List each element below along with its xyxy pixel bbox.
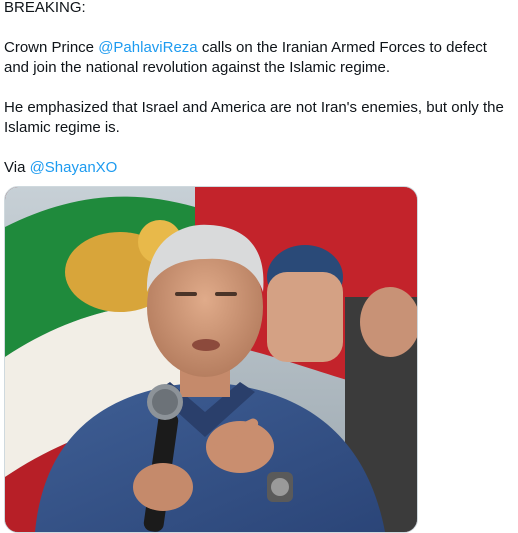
mention-shayanxo-link[interactable]: @ShayanXO: [30, 159, 118, 176]
tweet-paragraph-1: Crown Prince @PahlaviReza calls on the I…: [4, 38, 512, 78]
para1-text-before: Crown Prince: [4, 39, 99, 56]
tweet-via-line: Via @ShayanXO: [4, 158, 512, 178]
via-prefix: Via: [4, 159, 30, 176]
tweet-heading: BREAKING:: [4, 0, 86, 16]
tweet-paragraph-2: He emphasized that Israel and America ar…: [4, 99, 504, 136]
mention-pahlavireza-link[interactable]: @PahlaviReza: [98, 39, 197, 56]
tweet-media-photo[interactable]: [4, 186, 418, 533]
tweet: BREAKING: Crown Prince @PahlaviReza call…: [0, 0, 518, 533]
tweet-text: BREAKING: Crown Prince @PahlaviReza call…: [4, 0, 512, 198]
photo-illustration: [5, 187, 417, 532]
